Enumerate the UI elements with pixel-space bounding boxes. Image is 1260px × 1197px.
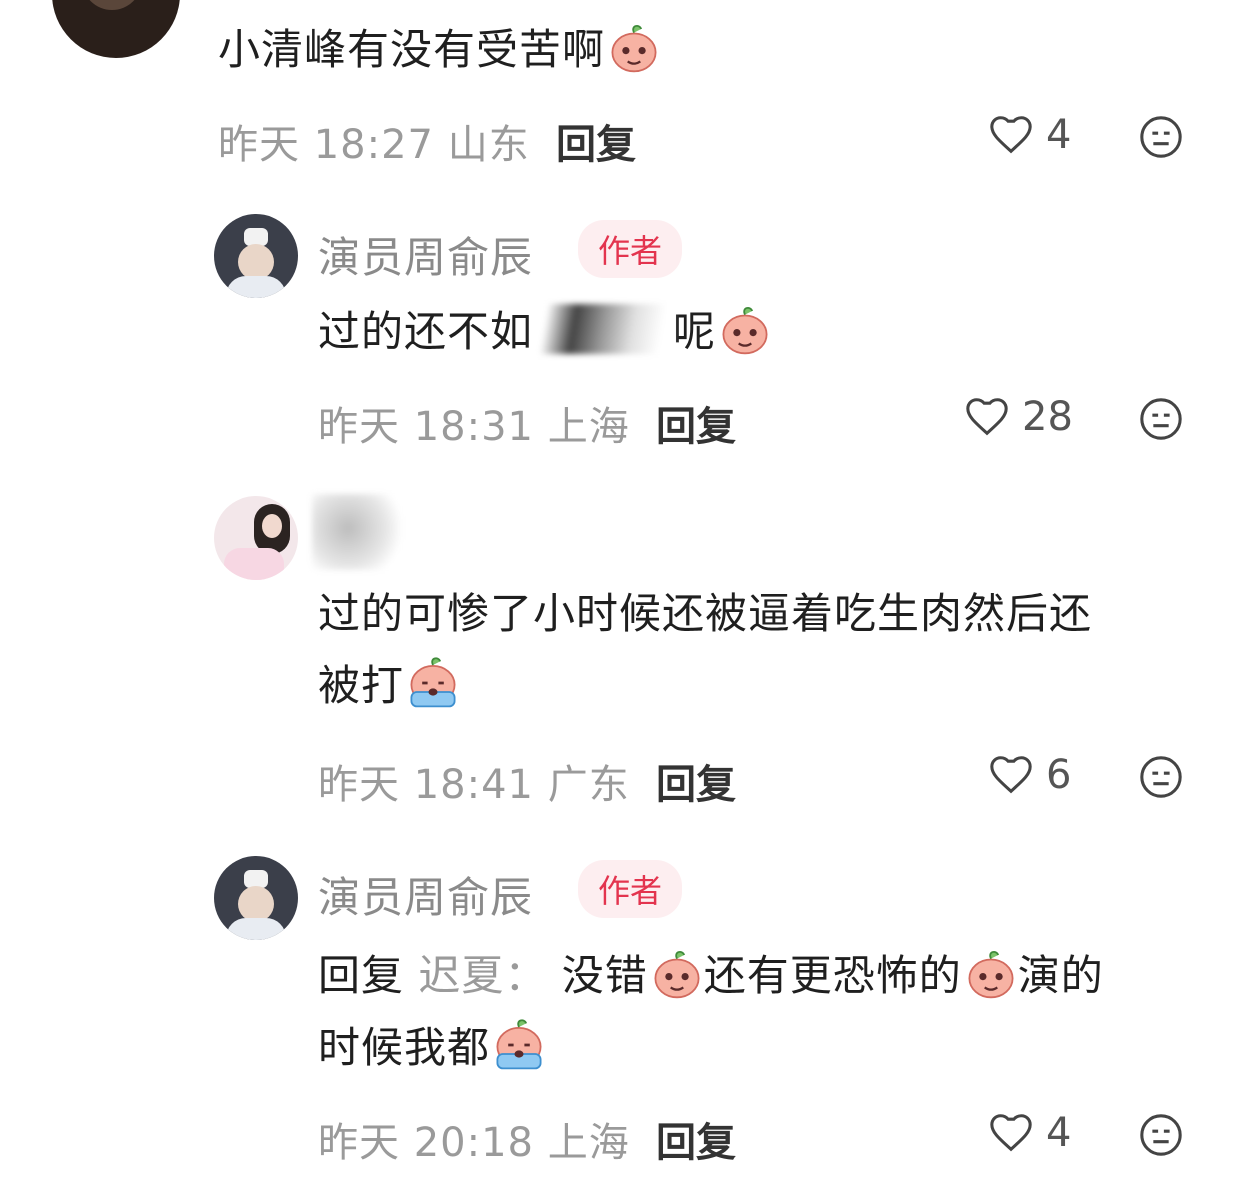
meh-face-icon[interactable] [1138,396,1184,442]
meh-face-icon[interactable] [1138,114,1184,160]
comment-meta: 昨天 18:31 上海 [318,404,630,450]
author-badge: 作者 [578,220,683,278]
comment-text: 小清峰有没有受苦啊 [218,14,661,86]
author-name[interactable]: 演员周俞辰 [318,224,533,285]
peach-angry-emoji-icon [650,946,704,1000]
redacted-username[interactable] [312,494,402,570]
comment-meta: 昨天 18:27 山东 [218,122,530,168]
redacted-text [533,304,674,354]
meh-face-icon[interactable] [1138,1112,1184,1158]
avatar[interactable] [214,214,298,298]
comment-text: 过的可惨了小时候还被逼着吃生肉然后还 被打 [318,589,1093,710]
reply-button[interactable]: 回复 [656,1110,736,1168]
reply-button[interactable]: 回复 [556,112,636,170]
heart-outline-icon [990,1114,1032,1152]
peach-crying-emoji-icon [492,1018,546,1072]
like-button[interactable]: 6 [988,752,1071,798]
comment-text: 回复 迟夏： 没错 还有更恐怖的 演的 时候我都 [318,940,1104,1084]
reply-button[interactable]: 回复 [656,394,736,452]
comment-meta: 昨天 20:18 上海 [318,1120,630,1166]
heart-outline-icon [990,116,1032,154]
peach-sob-emoji-icon [964,946,1018,1000]
reply-to-user[interactable]: 迟夏： [418,951,547,1000]
avatar[interactable] [214,856,298,940]
like-button[interactable]: 4 [988,112,1071,158]
comment-text: 过的还不如呢 [318,296,772,368]
like-button[interactable]: 4 [988,1110,1071,1156]
peach-cry-laugh-emoji-icon [718,302,772,356]
author-badge: 作者 [578,860,683,918]
like-button[interactable]: 28 [964,394,1073,440]
peach-shy-emoji-icon [607,20,661,74]
avatar[interactable] [52,0,180,58]
reply-button[interactable]: 回复 [656,752,736,810]
avatar[interactable] [214,496,298,580]
heart-outline-icon [966,398,1008,436]
author-name[interactable]: 演员周俞辰 [318,864,533,925]
meh-face-icon[interactable] [1138,754,1184,800]
comment-meta: 昨天 18:41 广东 [318,762,630,808]
peach-crying-emoji-icon [406,656,460,710]
heart-outline-icon [990,756,1032,794]
